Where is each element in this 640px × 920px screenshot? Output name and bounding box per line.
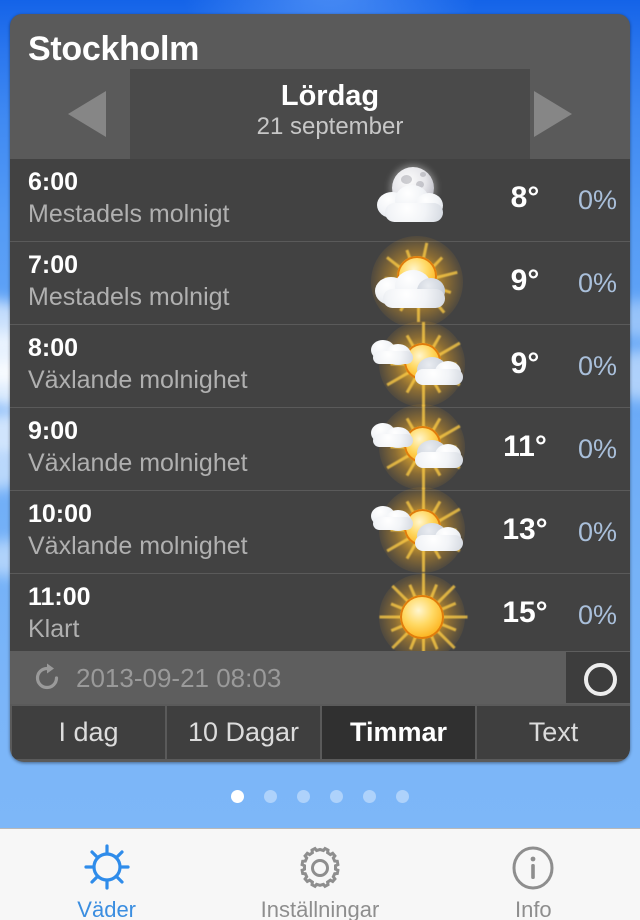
row-precipitation: 0%: [578, 268, 618, 298]
refresh-timestamp: 2013-09-21 08:03: [76, 663, 282, 693]
weather-panel: Stockholm Lördag 21 september 6:00 Mesta…: [10, 14, 630, 762]
row-time: 6:00: [28, 168, 79, 196]
row-description: Växlande molnighet: [28, 532, 248, 560]
info-icon: [506, 841, 560, 895]
day-navigator: Lördag 21 september: [10, 69, 630, 159]
table-row[interactable]: 10:00 Växlande molnighet 13° 0%: [10, 487, 630, 574]
current-day-display[interactable]: Lördag 21 september: [130, 69, 530, 159]
table-row[interactable]: 7:00 Mestadels molnigt 9° 0%: [10, 236, 630, 328]
sun-behind-cloud-icon: [355, 236, 495, 328]
tab-10-dagar[interactable]: 10 Dagar: [167, 706, 322, 759]
tab-label: Text: [528, 717, 579, 747]
moon-behind-cloud-icon: [355, 165, 495, 235]
page-dot[interactable]: [297, 789, 310, 803]
sun-icon: [80, 841, 134, 895]
row-description: Växlande molnighet: [28, 449, 248, 477]
tab-installningar[interactable]: Inställningar: [213, 829, 426, 920]
tab-label: I dag: [58, 717, 119, 747]
row-temperature: 9°: [510, 347, 540, 380]
row-temperature: 15°: [502, 596, 548, 629]
row-description: Klart: [28, 615, 80, 643]
location-button[interactable]: [566, 652, 630, 703]
tab-label: Info: [514, 897, 552, 920]
tab-label: Väder: [77, 897, 137, 920]
page-dot[interactable]: [231, 789, 244, 803]
row-temperature: 8°: [510, 181, 540, 214]
row-time: 10:00: [28, 500, 92, 528]
day-name: Lördag: [280, 80, 380, 112]
row-temperature: 13°: [502, 513, 548, 546]
page-title: Stockholm: [28, 30, 200, 68]
row-time: 7:00: [28, 251, 79, 279]
row-time: 8:00: [28, 334, 79, 362]
row-description: Mestadels molnigt: [28, 283, 230, 311]
circle-ring-icon: [584, 663, 617, 696]
row-time: 11:00: [28, 583, 91, 611]
tab-label: Timmar: [349, 717, 448, 747]
refresh-bar: 2013-09-21 08:03: [10, 651, 630, 704]
row-description: Mestadels molnigt: [28, 200, 230, 228]
tab-label: 10 Dagar: [187, 717, 300, 747]
refresh-icon[interactable]: [32, 663, 62, 693]
row-precipitation: 0%: [578, 517, 618, 547]
left-triangle-icon: [68, 91, 106, 137]
row-time: 9:00: [28, 417, 79, 445]
page-dot[interactable]: [330, 789, 343, 803]
table-row[interactable]: 6:00 Mestadels molnigt 8° 0%: [10, 159, 630, 242]
previous-day-button[interactable]: [10, 69, 128, 159]
next-day-button[interactable]: [512, 69, 630, 159]
page-dot[interactable]: [363, 789, 376, 803]
forecast-list: 6:00 Mestadels molnigt 8° 0% 7:00 Mestad…: [10, 159, 630, 661]
tab-i-dag[interactable]: I dag: [12, 706, 167, 759]
day-date: 21 september: [256, 113, 404, 140]
tab-vader[interactable]: Väder: [0, 829, 213, 920]
page-indicator[interactable]: [0, 784, 640, 808]
tab-text[interactable]: Text: [477, 706, 630, 759]
bottom-tab-bar: Väder Inställningar Info: [0, 828, 640, 920]
row-precipitation: 0%: [578, 434, 618, 464]
table-row[interactable]: 9:00 Växlande molnighet 11° 0%: [10, 404, 630, 491]
view-mode-tabs: I dag 10 Dagar Timmar Text: [10, 704, 630, 762]
tab-info[interactable]: Info: [427, 829, 640, 920]
row-description: Växlande molnighet: [28, 366, 248, 394]
sun-between-clouds-icon: [355, 404, 495, 490]
right-triangle-icon: [534, 91, 572, 137]
row-temperature: 11°: [503, 430, 547, 463]
tab-timmar[interactable]: Timmar: [322, 706, 477, 759]
row-precipitation: 0%: [578, 185, 618, 215]
gear-icon: [293, 841, 347, 895]
page-dot[interactable]: [264, 789, 277, 803]
page-dot[interactable]: [396, 789, 409, 803]
table-row[interactable]: 11:00 Klart 15° 0%: [10, 573, 630, 661]
tab-label: Inställningar: [260, 897, 380, 920]
row-temperature: 9°: [510, 264, 540, 297]
table-row[interactable]: 8:00 Växlande molnighet 9° 0%: [10, 321, 630, 408]
row-precipitation: 0%: [578, 600, 618, 630]
sun-between-clouds-icon: [355, 321, 495, 407]
sun-icon: [355, 573, 495, 661]
row-precipitation: 0%: [578, 351, 618, 381]
sun-between-clouds-icon: [355, 487, 495, 573]
